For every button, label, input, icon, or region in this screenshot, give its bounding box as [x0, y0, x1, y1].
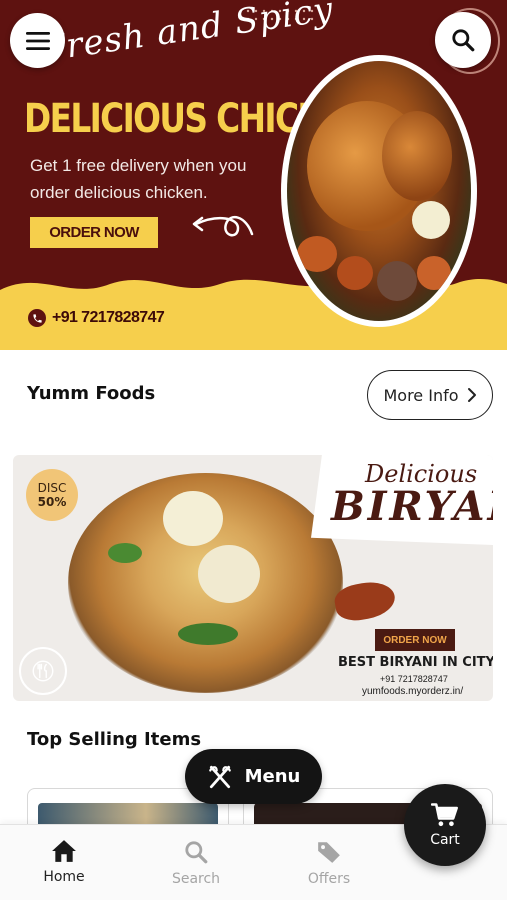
restaurant-logo-icon [19, 647, 67, 695]
nav-label-offers: Offers [307, 871, 351, 887]
nav-item-home[interactable]: Home [24, 839, 104, 885]
fork-knife-icon [208, 765, 231, 788]
hamburger-icon [25, 31, 50, 50]
biryani-promo-banner[interactable]: DISC 50% Delicious BIRYANI ORDER NOW BES… [13, 455, 493, 701]
tag-icon [318, 842, 340, 863]
nav-label-search: Search [171, 871, 221, 887]
cart-label: Cart [430, 832, 460, 848]
hero-script-text: Fresh and Spicy [39, 0, 336, 70]
promo-order-now-button[interactable]: ORDER NOW [375, 629, 455, 651]
search-icon [185, 841, 208, 864]
cart-button[interactable]: Cart [404, 784, 486, 866]
store-name: Yumm Foods [27, 383, 156, 404]
menu-pill-button[interactable]: Menu [185, 749, 322, 804]
nav-item-offers[interactable]: Offers [289, 839, 369, 887]
curly-arrow-icon [192, 215, 254, 237]
more-info-button[interactable]: More Info [367, 370, 493, 420]
search-icon [452, 29, 475, 52]
promo-phone: +91 7217828747 [380, 674, 448, 684]
header-search-button[interactable] [435, 12, 491, 68]
menu-pill-label: Menu [244, 766, 301, 787]
hero-banner[interactable]: Fresh and Spicy DELICIOUS CHICKEN Get 1 … [0, 0, 507, 350]
nav-item-search[interactable]: Search [156, 839, 236, 887]
biryani-bowl-image [68, 473, 343, 693]
chevron-right-icon [467, 388, 476, 402]
hero-phone[interactable]: +91 7217828747 [28, 309, 165, 327]
roast-chicken-image [287, 61, 471, 321]
promo-tagline: BEST BIRYANI IN CITY [338, 655, 493, 670]
home-icon [52, 840, 76, 862]
hero-subtitle: Get 1 free delivery when you order delic… [30, 156, 247, 202]
nav-label-home: Home [43, 869, 85, 885]
cart-icon [431, 803, 458, 827]
hero-phone-number: +91 7217828747 [52, 309, 165, 326]
discount-badge: DISC 50% [26, 469, 78, 521]
discount-value: 50% [37, 495, 67, 509]
discount-label: DISC [37, 481, 67, 495]
menu-button[interactable] [10, 13, 65, 68]
hero-order-now-button[interactable]: ORDER NOW [30, 217, 158, 248]
phone-icon [28, 309, 46, 327]
more-info-label: More Info [383, 385, 459, 405]
top-selling-title: Top Selling Items [27, 729, 202, 750]
promo-url: yumfoods.myorderz.in/ [362, 686, 464, 697]
promo-title: BIRYANI [331, 483, 493, 530]
